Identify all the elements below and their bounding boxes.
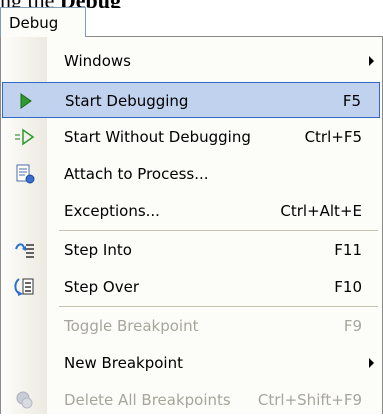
step-into-icon	[14, 240, 36, 260]
menu-item-start-debugging[interactable]: Start Debugging F5	[2, 82, 380, 118]
submenu-arrow-icon	[369, 358, 374, 368]
menu-item-label: Delete All Breakpoints	[64, 391, 231, 409]
play-icon	[15, 91, 37, 111]
attach-process-icon	[14, 164, 36, 184]
menu-item-label: Step Into	[64, 241, 132, 259]
menu-item-label: Start Debugging	[65, 92, 189, 110]
menu-item-start-without-debugging[interactable]: Start Without Debugging Ctrl+F5	[2, 119, 380, 155]
submenu-arrow-icon	[369, 56, 374, 66]
menu-item-shortcut: F10	[334, 278, 362, 296]
menu-item-step-into[interactable]: Step Into F11	[2, 232, 380, 268]
step-over-icon	[14, 277, 36, 297]
menu-item-shortcut: Ctrl+Alt+E	[280, 202, 362, 220]
menu-item-delete-all-breakpoints[interactable]: Delete All Breakpoints Ctrl+Shift+F9	[2, 382, 380, 418]
menu-item-shortcut: F9	[343, 317, 362, 335]
menu-item-toggle-breakpoint[interactable]: Toggle Breakpoint F9	[2, 308, 380, 344]
menu-item-shortcut: F5	[342, 92, 361, 110]
menu-item-label: Toggle Breakpoint	[64, 317, 199, 335]
menu-item-label: Step Over	[64, 278, 139, 296]
menu-item-shortcut: F11	[334, 241, 362, 259]
menu-item-label: Windows	[64, 52, 131, 70]
menu-separator	[59, 306, 378, 307]
menu-item-label: Exceptions...	[64, 202, 160, 220]
menu-item-label: Start Without Debugging	[64, 128, 251, 146]
menu-item-new-breakpoint[interactable]: New Breakpoint	[2, 345, 380, 381]
menu-item-label: Attach to Process...	[64, 165, 209, 183]
menu-separator	[59, 230, 378, 231]
debug-menu-title[interactable]: Debug	[0, 7, 86, 37]
menu-item-label: New Breakpoint	[64, 354, 183, 372]
menu-item-exceptions[interactable]: Exceptions... Ctrl+Alt+E	[2, 193, 380, 229]
debug-dropdown-menu: Windows Start Debugging F5 Start Without…	[0, 36, 383, 414]
debug-menu-title-label: Debug	[9, 14, 59, 32]
play-outline-icon	[14, 127, 36, 147]
menu-item-step-over[interactable]: Step Over F10	[2, 269, 380, 305]
menu-item-shortcut: Ctrl+Shift+F9	[257, 391, 362, 409]
delete-breakpoints-icon	[14, 390, 36, 410]
menu-item-windows[interactable]: Windows	[2, 43, 380, 79]
menu-item-shortcut: Ctrl+F5	[304, 128, 362, 146]
menu-item-attach-to-process[interactable]: Attach to Process...	[2, 156, 380, 192]
